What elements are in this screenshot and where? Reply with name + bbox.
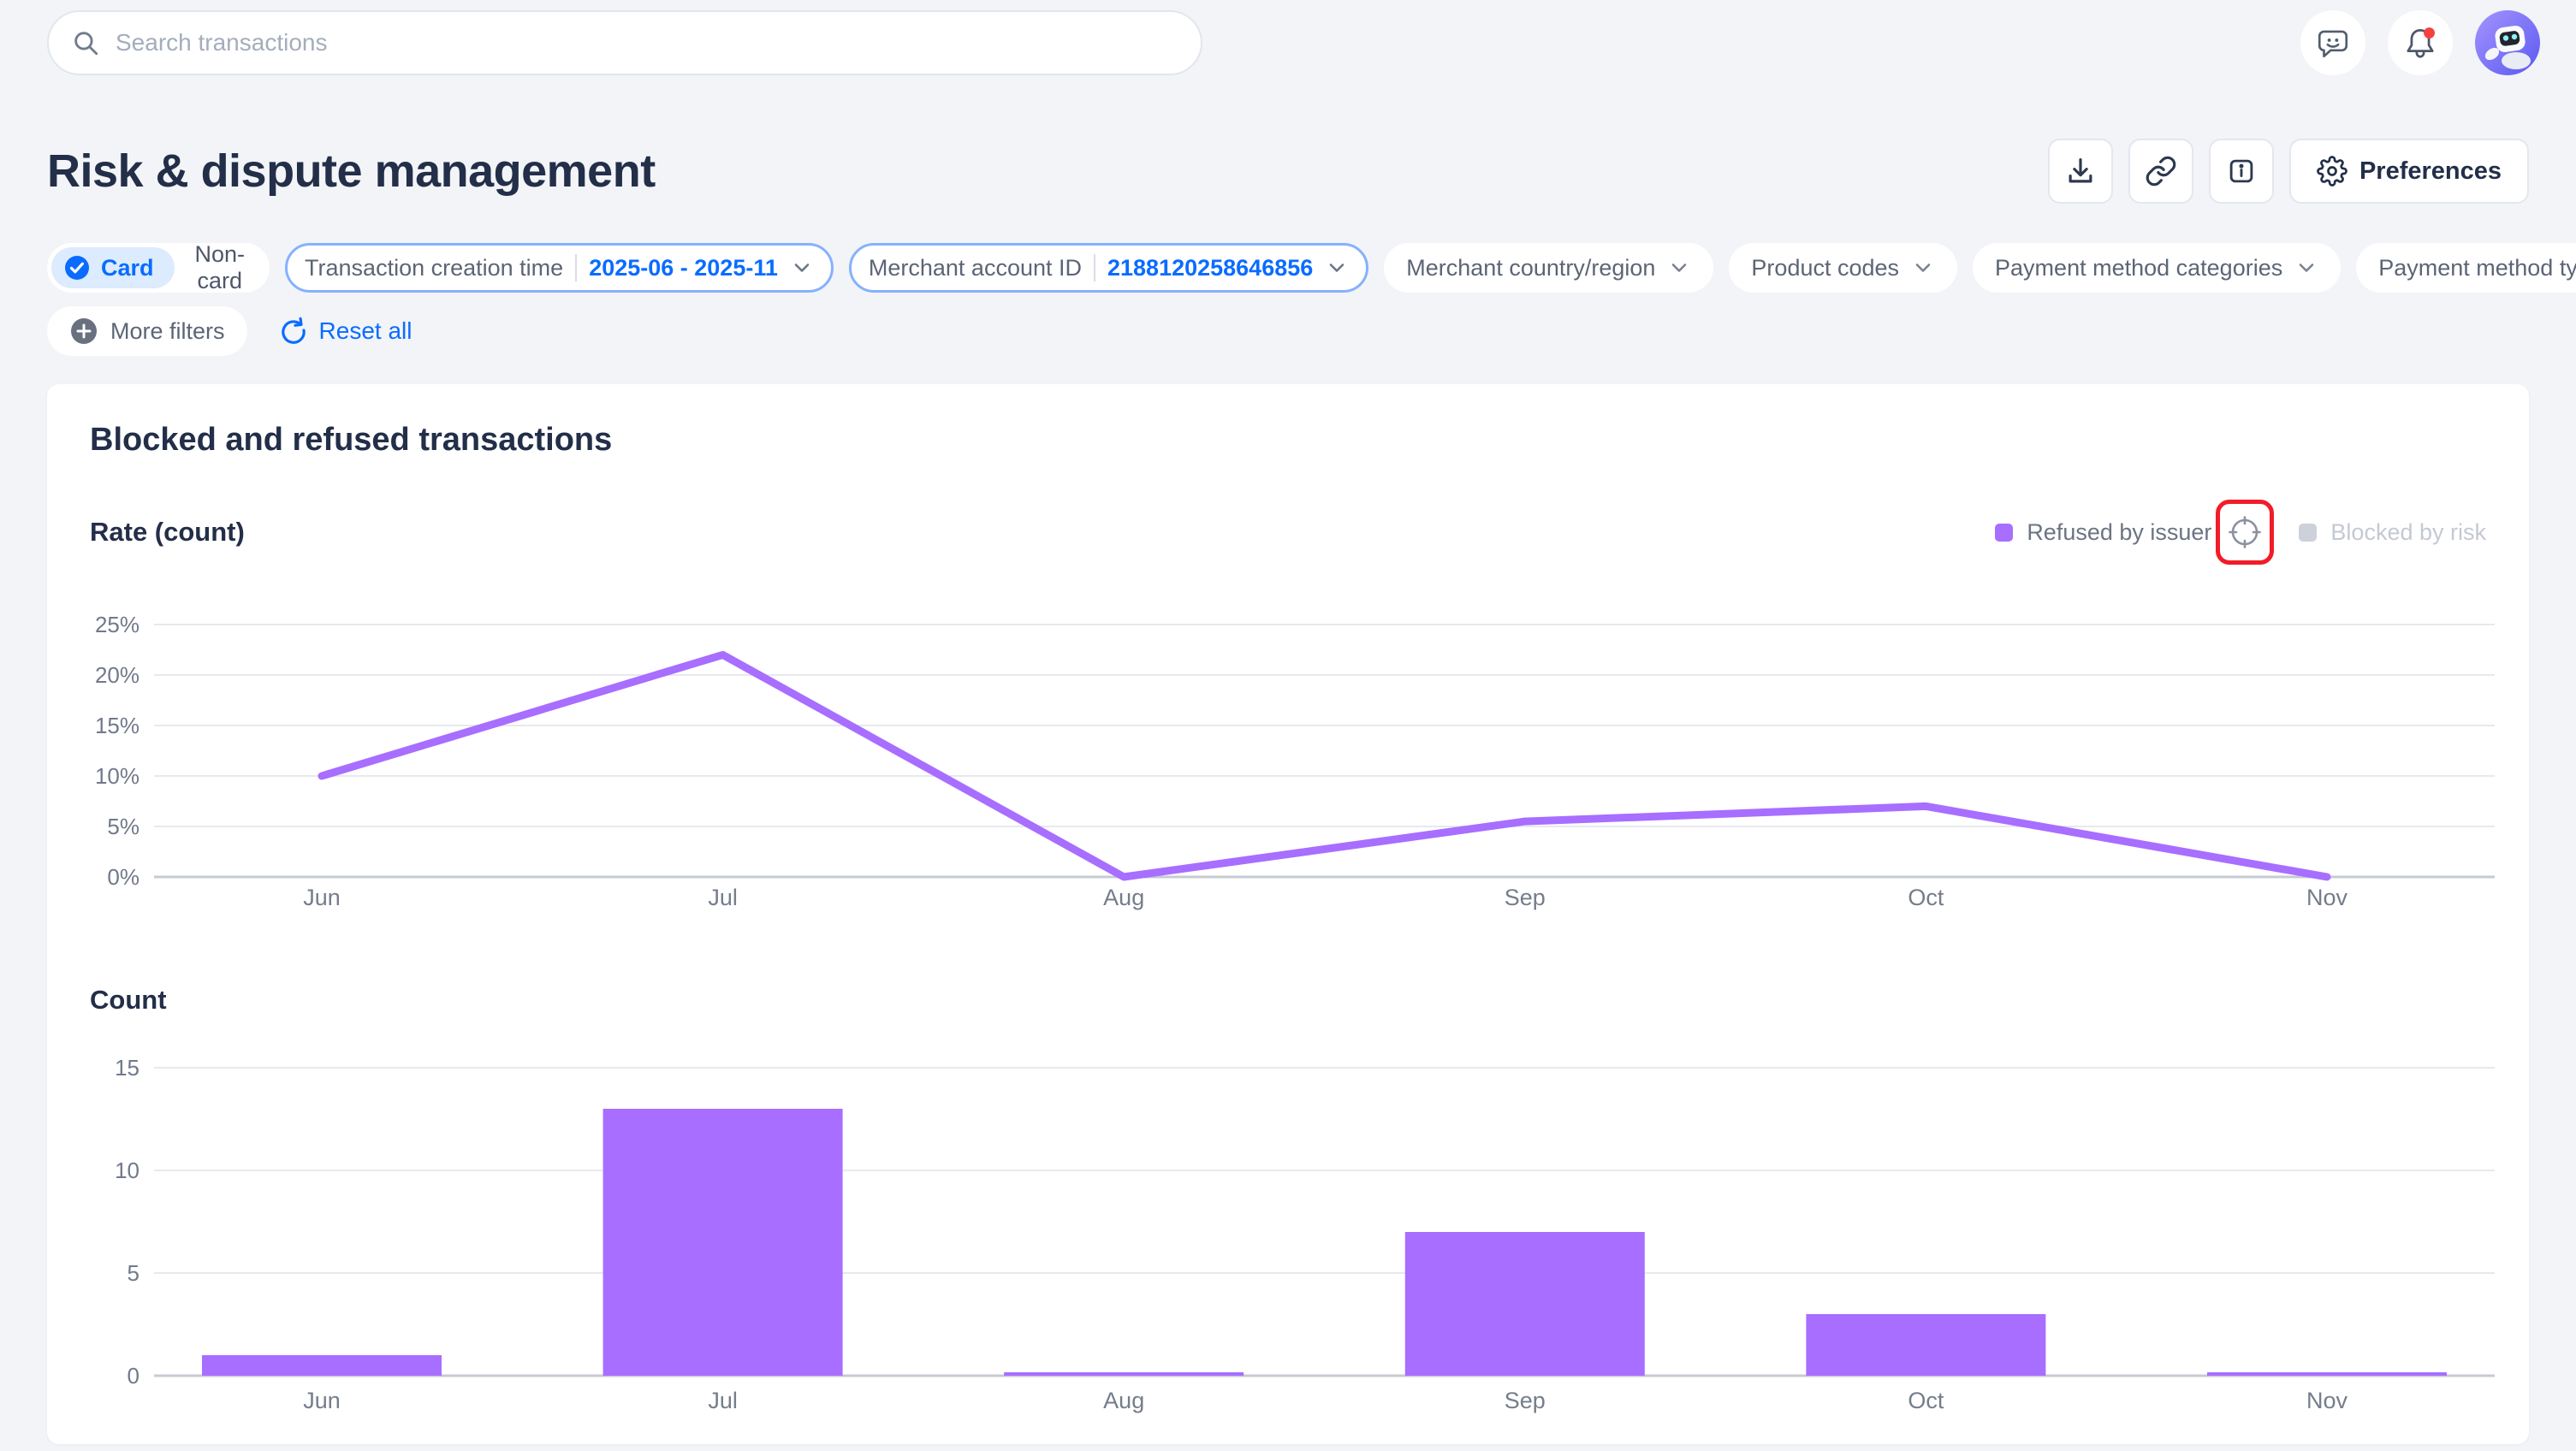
- download-button[interactable]: [2047, 139, 2113, 204]
- feedback-chat-icon: [2315, 25, 2351, 61]
- svg-text:Jul: Jul: [708, 1388, 738, 1413]
- chip-value: 2025-06 - 2025-11: [589, 254, 778, 281]
- chevron-down-icon: [1325, 256, 1349, 280]
- link-icon: [2145, 155, 2177, 187]
- filter-chip-payment-method-categories[interactable]: Payment method categories: [1973, 243, 2342, 293]
- svg-text:Sep: Sep: [1505, 1388, 1546, 1413]
- legend-blocked-by-risk[interactable]: Blocked by risk: [2299, 519, 2486, 546]
- chevron-down-icon: [1911, 256, 1935, 280]
- blocked-refused-card: Blocked and refused transactions Rate (c…: [47, 384, 2529, 1444]
- topbar-actions: [2300, 10, 2540, 75]
- count-bar-chart: 0 5 10 15 Jun Jul Aug Sep Oct Nov: [115, 1055, 2495, 1413]
- chip-label: Product codes: [1751, 254, 1900, 281]
- page-header: Risk & dispute management Preferences: [47, 139, 2529, 204]
- svg-text:15%: 15%: [95, 713, 139, 738]
- info-button[interactable]: [2208, 139, 2274, 204]
- filter-chip-merchant-account-id[interactable]: Merchant account ID 2188120258646856: [848, 243, 1369, 293]
- crosshair-icon[interactable]: [2227, 514, 2263, 550]
- svg-text:0: 0: [128, 1363, 139, 1389]
- svg-text:25%: 25%: [95, 612, 139, 637]
- preferences-label: Preferences: [2359, 157, 2502, 185]
- chart-legend: Refused by issuer Blocked by risk: [1995, 500, 2486, 565]
- notifications-button[interactable]: [2388, 10, 2453, 75]
- svg-text:Aug: Aug: [1103, 1388, 1144, 1413]
- svg-text:Jun: Jun: [303, 1388, 341, 1413]
- chevron-down-icon: [790, 256, 814, 280]
- preferences-button[interactable]: Preferences: [2288, 139, 2529, 204]
- crosshair-wrap: [2216, 500, 2275, 565]
- download-icon: [2064, 155, 2097, 187]
- rate-section-title: Rate (count): [90, 517, 245, 547]
- reset-all-label: Reset all: [318, 317, 413, 344]
- chip-divider: [1094, 254, 1095, 281]
- filters-row-1: Card Non-card Transaction creation time …: [47, 241, 2576, 293]
- page-title: Risk & dispute management: [47, 145, 656, 197]
- chip-value: 2188120258646856: [1107, 254, 1314, 281]
- count-section-title: Count: [90, 985, 167, 1015]
- plus-circle-icon: [69, 317, 98, 346]
- chip-label: Merchant country/region: [1406, 254, 1656, 281]
- search-input[interactable]: [116, 29, 1178, 56]
- avatar[interactable]: [2475, 10, 2540, 75]
- more-filters-label: More filters: [110, 317, 225, 344]
- svg-text:Sep: Sep: [1505, 885, 1546, 910]
- info-icon: [2225, 155, 2258, 187]
- segment-non-card-label: Non-card: [194, 241, 246, 293]
- filters-row-2: More filters Reset all: [47, 306, 2529, 356]
- copy-link-button[interactable]: [2128, 139, 2193, 204]
- svg-text:Jul: Jul: [708, 885, 738, 910]
- legend-label-refused: Refused by issuer: [2027, 518, 2212, 545]
- topbar: [0, 0, 2576, 75]
- segment-card[interactable]: Card: [51, 247, 175, 288]
- chip-label: Payment method types: [2378, 254, 2576, 281]
- svg-text:10: 10: [115, 1158, 139, 1183]
- toolbar: Preferences: [2047, 139, 2529, 204]
- svg-text:10%: 10%: [95, 763, 139, 789]
- segment-non-card[interactable]: Non-card: [175, 241, 266, 293]
- svg-text:5%: 5%: [107, 814, 139, 839]
- gear-icon: [2317, 156, 2347, 187]
- reset-all-button[interactable]: Reset all: [278, 316, 413, 346]
- segment-card-label: Card: [101, 254, 154, 281]
- legend-label-blocked: Blocked by risk: [2330, 518, 2486, 545]
- svg-text:Nov: Nov: [2306, 885, 2348, 910]
- svg-text:0%: 0%: [107, 864, 139, 890]
- svg-text:Aug: Aug: [1103, 885, 1144, 910]
- rate-line-chart: 0% 5% 10% 15% 20% 25% Jun Jul Aug Sep Oct Nov: [95, 612, 2495, 910]
- svg-text:Oct: Oct: [1908, 885, 1944, 910]
- filter-chip-product-codes[interactable]: Product codes: [1729, 243, 1958, 293]
- chevron-down-icon: [2294, 256, 2318, 280]
- search-bar[interactable]: [47, 10, 1202, 75]
- svg-text:5: 5: [128, 1260, 139, 1286]
- check-circle-icon: [63, 254, 91, 281]
- filter-chip-merchant-country[interactable]: Merchant country/region: [1384, 243, 1714, 293]
- chip-divider: [575, 254, 578, 281]
- legend-refused-by-issuer[interactable]: Refused by issuer: [1995, 500, 2275, 565]
- search-icon: [71, 28, 100, 57]
- filter-chip-transaction-creation-time[interactable]: Transaction creation time 2025-06 - 2025…: [285, 243, 834, 293]
- chevron-down-icon: [1667, 256, 1691, 280]
- svg-text:Nov: Nov: [2306, 1388, 2348, 1413]
- more-filters-button[interactable]: More filters: [47, 306, 247, 356]
- bell-icon: [2401, 24, 2439, 62]
- rate-section-header: Rate (count) Refused by issuer Blocked b…: [90, 500, 2499, 565]
- filter-chip-payment-method-types[interactable]: Payment method types: [2356, 243, 2576, 293]
- card-title: Blocked and refused transactions: [90, 422, 613, 458]
- legend-swatch-blocked: [2299, 523, 2318, 542]
- feedback-button[interactable]: [2300, 10, 2365, 75]
- svg-text:Jun: Jun: [303, 885, 341, 910]
- svg-text:15: 15: [115, 1055, 139, 1081]
- chip-label: Transaction creation time: [305, 254, 564, 281]
- chip-label: Payment method categories: [1995, 254, 2283, 281]
- svg-text:Oct: Oct: [1908, 1388, 1944, 1413]
- legend-swatch-refused: [1995, 523, 2014, 542]
- chip-label: Merchant account ID: [868, 254, 1082, 281]
- svg-text:20%: 20%: [95, 662, 139, 688]
- card-type-segmented-control: Card Non-card: [47, 241, 270, 293]
- refresh-icon: [278, 316, 309, 346]
